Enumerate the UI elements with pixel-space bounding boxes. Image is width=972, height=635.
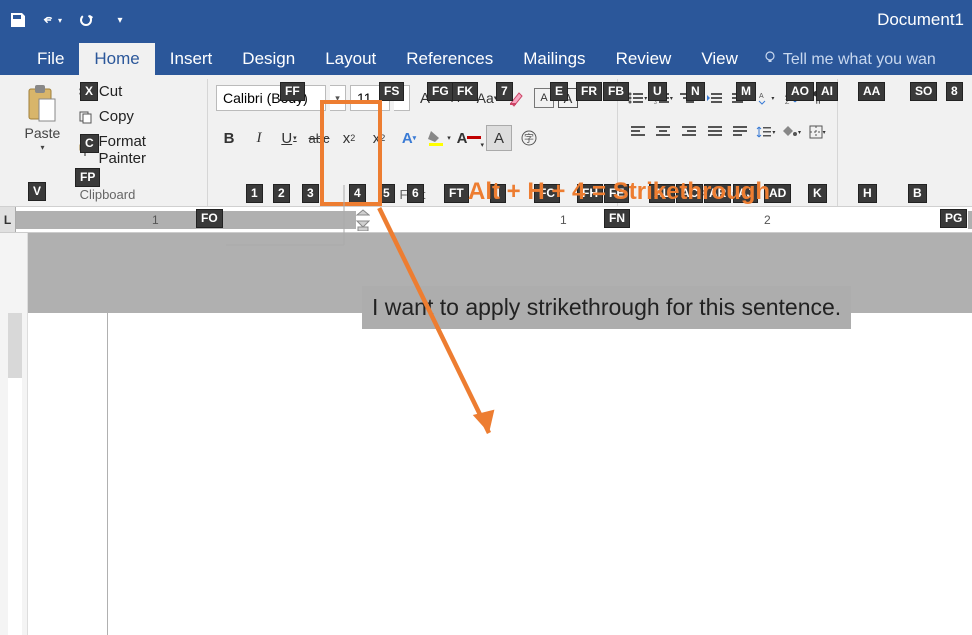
- character-shading-icon[interactable]: A: [486, 125, 512, 151]
- paste-button[interactable]: Paste ▾: [16, 81, 69, 169]
- keytip-asian: AA: [858, 82, 885, 101]
- svg-text:字: 字: [524, 132, 534, 145]
- horizontal-ruler[interactable]: L 1 1 2 FO FN PG: [0, 207, 972, 233]
- text-effects-icon[interactable]: A▾: [396, 125, 422, 151]
- paste-label: Paste: [25, 125, 61, 141]
- selected-text[interactable]: I want to apply strikethrough for this s…: [362, 286, 851, 329]
- keytip-effects: FT: [444, 184, 469, 203]
- keytip-numbering: N: [686, 82, 705, 101]
- subscript-button[interactable]: x2: [336, 125, 362, 151]
- highlight-icon[interactable]: ▾: [426, 125, 452, 151]
- italic-button[interactable]: I: [246, 125, 272, 151]
- bullets-icon[interactable]: ▾: [626, 85, 650, 111]
- keytip-showhide: 8: [946, 82, 963, 101]
- enclose-characters-icon[interactable]: 字: [516, 125, 542, 151]
- tab-view[interactable]: View: [686, 43, 753, 75]
- keytip-font-face: FF: [280, 82, 305, 101]
- ruler-num-1: 1: [152, 213, 159, 227]
- indent-marker[interactable]: [356, 209, 368, 219]
- redo-icon[interactable]: [76, 10, 96, 30]
- tab-mailings[interactable]: Mailings: [508, 43, 600, 75]
- keytip-pg: PG: [940, 209, 967, 228]
- copy-icon: [77, 109, 93, 125]
- keytip-shrink: FK: [452, 82, 478, 101]
- borders-icon[interactable]: ▾: [805, 119, 829, 145]
- strikethrough-button[interactable]: abc: [306, 125, 332, 151]
- callout-text: Alt + H + 4 = Strikethrough: [468, 178, 770, 206]
- title-bar: ▾ ▾ Document1: [0, 0, 972, 40]
- font-name-input[interactable]: [216, 85, 326, 111]
- keytip-copy: C: [80, 134, 99, 153]
- format-painter-label: Format Painter: [98, 133, 195, 167]
- customize-qat-icon[interactable]: ▾: [110, 10, 130, 30]
- shading-icon[interactable]: ▾: [780, 119, 804, 145]
- keytip-multilevel: M: [736, 82, 756, 101]
- svg-text:A: A: [759, 93, 764, 100]
- lightbulb-icon: [763, 50, 777, 69]
- keytip-italic: 2: [273, 184, 290, 203]
- vertical-ruler[interactable]: [0, 233, 28, 635]
- keytip-sup: 6: [407, 184, 424, 203]
- keytip-underline: 3: [302, 184, 319, 203]
- save-icon[interactable]: [8, 10, 28, 30]
- tab-home[interactable]: Home: [79, 43, 154, 75]
- keytip-borders: B: [908, 184, 927, 203]
- align-left-icon[interactable]: [626, 119, 650, 145]
- keytip-inc-indent: AI: [816, 82, 838, 101]
- tab-selector[interactable]: L: [0, 207, 16, 233]
- justify-icon[interactable]: [703, 119, 727, 145]
- page-margin-strip: [28, 233, 108, 635]
- tab-layout[interactable]: Layout: [310, 43, 391, 75]
- tab-insert[interactable]: Insert: [155, 43, 228, 75]
- cut-label: Cut: [99, 83, 122, 100]
- line-spacing-icon[interactable]: ▾: [754, 119, 778, 145]
- keytip-sort: SO: [910, 82, 937, 101]
- quick-access-toolbar: ▾ ▾: [8, 10, 130, 30]
- keytip-change-case: 7: [496, 82, 513, 101]
- keytip-bullets: U: [648, 82, 667, 101]
- align-right-icon[interactable]: [677, 119, 701, 145]
- asian-layout-icon[interactable]: A▾: [754, 85, 778, 111]
- paste-icon: [25, 83, 59, 123]
- keytip-fo: FO: [196, 209, 223, 228]
- align-center-icon[interactable]: [652, 119, 676, 145]
- tab-review[interactable]: Review: [601, 43, 687, 75]
- keytip-bold: 1: [246, 184, 263, 203]
- keytip-cut: X: [80, 82, 98, 101]
- ruler-num-3: 2: [764, 213, 771, 227]
- keytip-dec-indent: AO: [786, 82, 814, 101]
- underline-button[interactable]: U▾: [276, 125, 302, 151]
- keytip-sub: 5: [378, 184, 395, 203]
- keytip-para-shading: H: [858, 184, 877, 203]
- ribbon-tabs: File Home Insert Design Layout Reference…: [0, 40, 972, 75]
- document-title: Document1: [877, 10, 964, 30]
- font-color-icon[interactable]: A▾: [456, 125, 482, 151]
- tab-file[interactable]: File: [22, 43, 79, 75]
- keytip-format-painter: FP: [75, 168, 100, 187]
- keytip-fn: FN: [604, 209, 630, 228]
- copy-button[interactable]: Copy: [73, 106, 199, 127]
- tell-me[interactable]: Tell me what you wan: [753, 44, 946, 75]
- bold-button[interactable]: B: [216, 125, 242, 151]
- keytip-grow: FG: [427, 82, 454, 101]
- keytip-spacing: K: [808, 184, 827, 203]
- keytip-font-size: FS: [379, 82, 404, 101]
- keytip-paste: V: [28, 182, 46, 201]
- undo-icon[interactable]: ▾: [42, 10, 62, 30]
- superscript-button[interactable]: x2: [366, 125, 392, 151]
- keytip-clear: E: [550, 82, 568, 101]
- tab-design[interactable]: Design: [227, 43, 310, 75]
- distribute-icon[interactable]: [729, 119, 753, 145]
- tab-references[interactable]: References: [391, 43, 508, 75]
- decrease-indent-icon[interactable]: [703, 85, 727, 111]
- keytip-phonetic: FR: [576, 82, 602, 101]
- copy-label: Copy: [99, 108, 134, 125]
- ruler-num-2: 1: [560, 213, 567, 227]
- tell-me-text: Tell me what you wan: [783, 51, 936, 69]
- keytip-strike: 4: [349, 184, 366, 203]
- keytip-border: FB: [603, 82, 629, 101]
- font-name-dropdown-icon[interactable]: ▾: [330, 85, 346, 111]
